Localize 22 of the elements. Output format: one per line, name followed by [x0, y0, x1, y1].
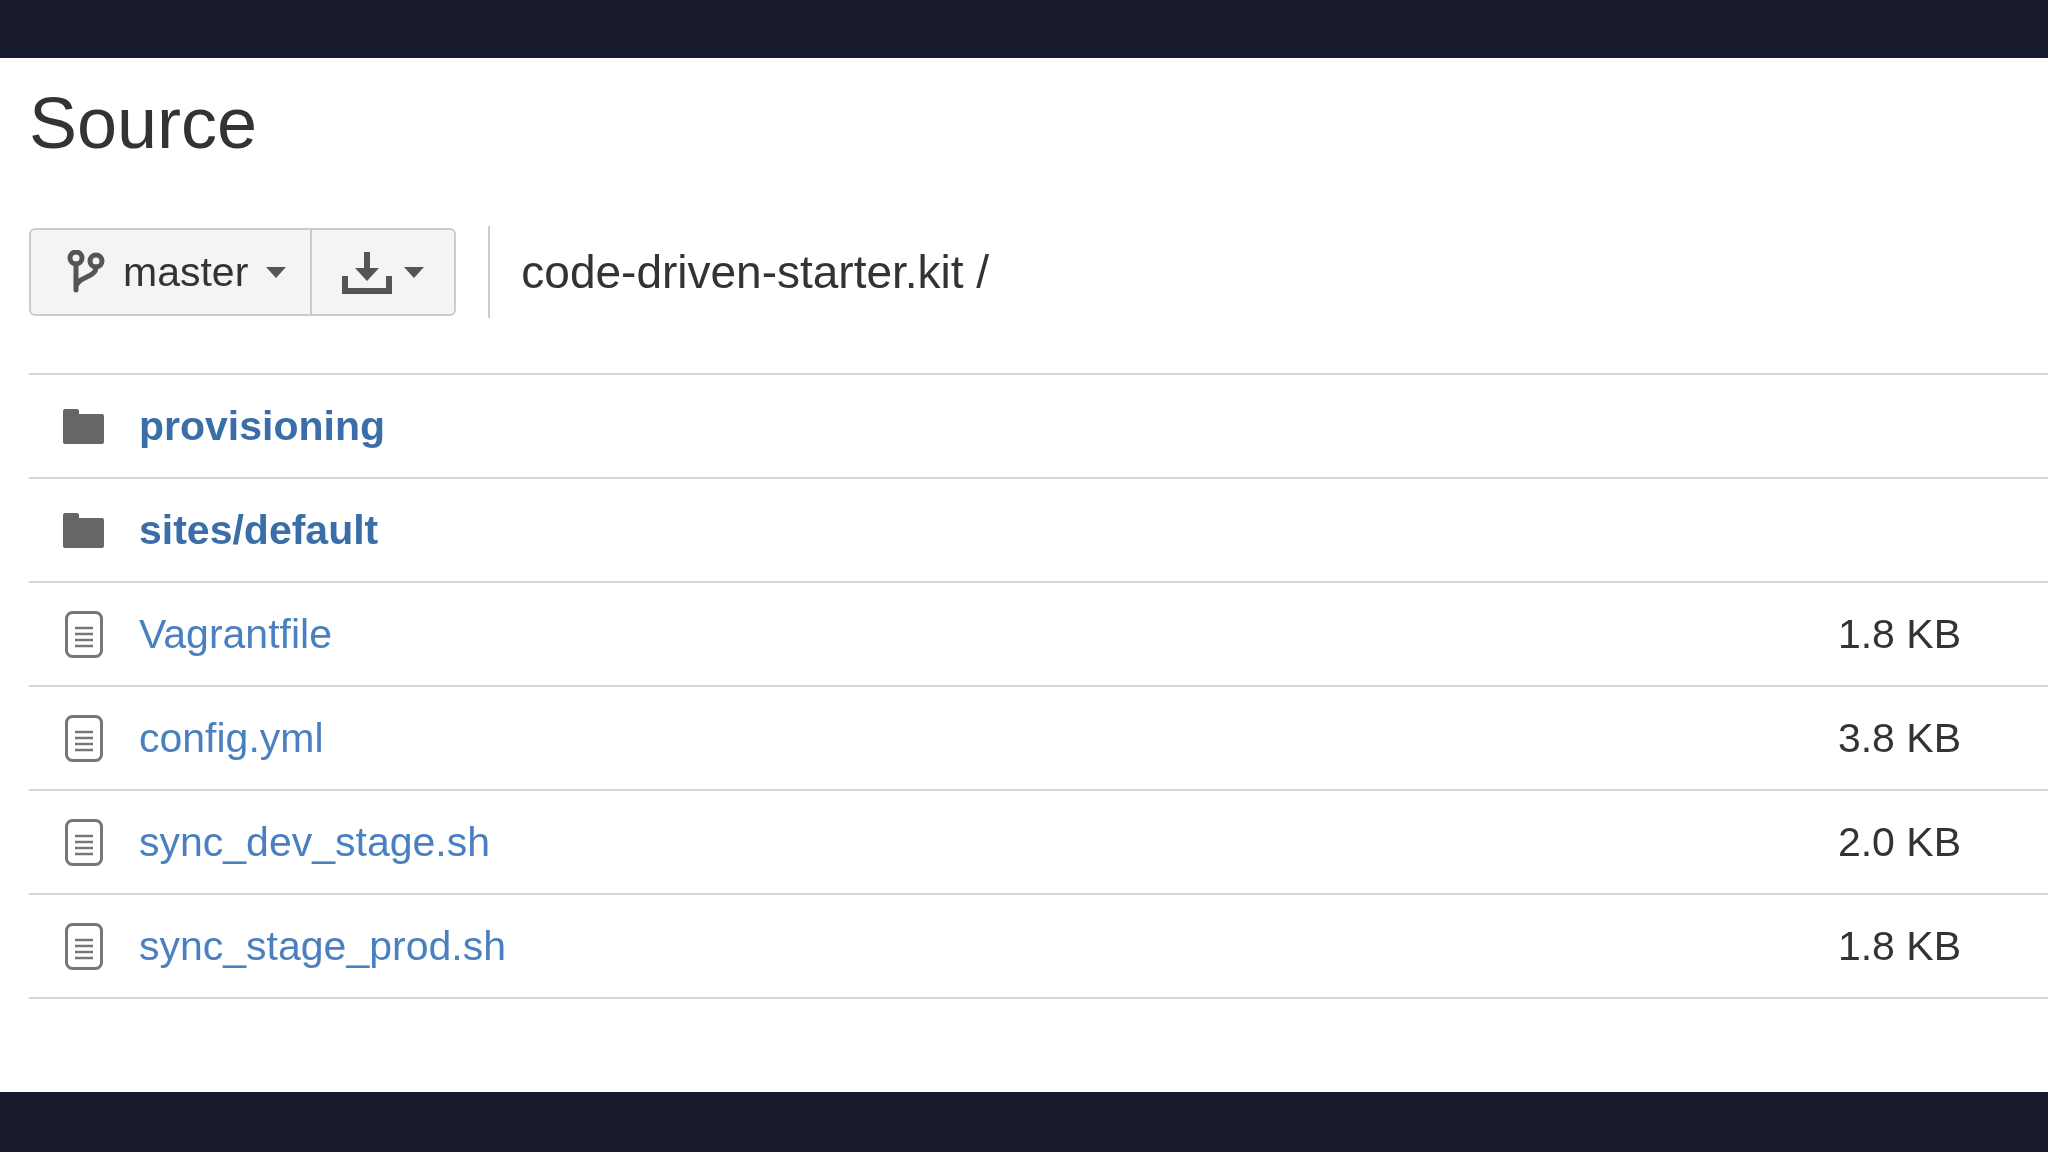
- download-icon: [342, 250, 393, 294]
- file-size: 2.0 KB: [1837, 818, 1961, 866]
- file-size: 3.8 KB: [1837, 714, 1961, 762]
- file-icon: [64, 818, 103, 866]
- file-size: 1.8 KB: [1837, 922, 1961, 970]
- file-icon: [64, 922, 103, 970]
- caret-icon: [266, 266, 287, 278]
- file-link[interactable]: provisioning: [139, 402, 385, 450]
- folder-icon: [63, 408, 104, 444]
- file-link[interactable]: sites/default: [139, 506, 379, 554]
- page-title: Source: [29, 83, 259, 163]
- file-link[interactable]: sync_stage_prod.sh: [139, 922, 506, 970]
- file-size: 1.8 KB: [1837, 610, 1961, 658]
- file-icon: [64, 610, 103, 658]
- file-icon: [64, 714, 103, 762]
- branch-icon: [67, 250, 105, 294]
- file-link[interactable]: sync_dev_stage.sh: [139, 818, 490, 866]
- file-link[interactable]: Vagrantfile: [139, 610, 332, 658]
- folder-icon: [63, 512, 104, 548]
- breadcrumb-path: code-driven-starter.kit /: [521, 245, 990, 299]
- file-link[interactable]: config.yml: [139, 714, 324, 762]
- caret-icon: [404, 266, 425, 278]
